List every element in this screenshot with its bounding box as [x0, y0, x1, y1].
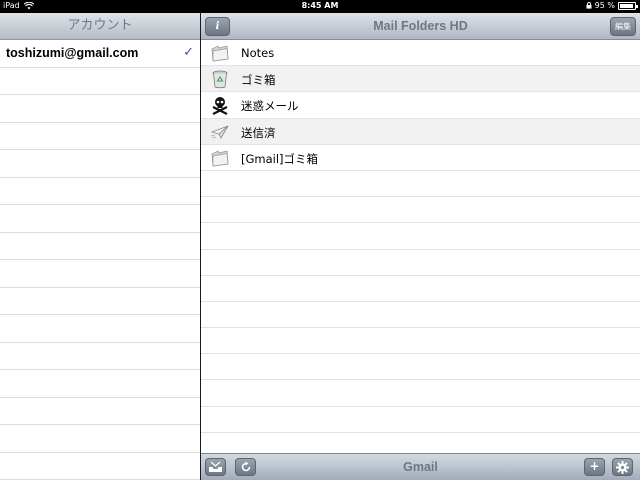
empty-row	[0, 343, 200, 370]
empty-row	[0, 453, 200, 480]
folder-icon	[210, 43, 230, 63]
bottom-toolbar: Gmail +	[201, 453, 640, 480]
folder-icon	[210, 148, 230, 168]
toolbar-title: Gmail	[403, 460, 438, 474]
empty-row	[0, 233, 200, 260]
folders-title: Mail Folders HD	[373, 19, 468, 33]
empty-row	[0, 178, 200, 205]
empty-row	[201, 380, 640, 407]
empty-row	[0, 260, 200, 288]
folder-label: ゴミ箱	[241, 73, 276, 88]
folder-row[interactable]: [Gmail]ゴミ箱	[201, 145, 640, 171]
empty-row	[201, 276, 640, 302]
accounts-pane: アカウント toshizumi@gmail.com ✓	[0, 13, 200, 480]
folder-row[interactable]: Notes	[201, 40, 640, 67]
folder-label: [Gmail]ゴミ箱	[241, 151, 319, 166]
empty-row	[201, 302, 640, 329]
battery-percent: 95 %	[594, 1, 615, 10]
plus-icon: +	[589, 459, 600, 473]
edit-button[interactable]: 編集	[610, 17, 636, 36]
battery-icon	[618, 1, 638, 10]
empty-row	[0, 150, 200, 178]
empty-row	[201, 171, 640, 198]
empty-row	[0, 315, 200, 343]
paper-plane-icon	[210, 122, 230, 142]
empty-row	[0, 370, 200, 398]
status-bar: iPad 8:45 AM 95 %	[0, 0, 640, 13]
orientation-lock-icon	[586, 2, 592, 9]
folders-nav-bar: i Mail Folders HD 編集	[201, 13, 640, 40]
empty-row	[201, 223, 640, 250]
battery-fill	[620, 3, 634, 8]
add-button[interactable]: +	[584, 458, 605, 476]
folder-list: Notes ゴミ箱迷惑メール送信済 [Gmail]ゴミ箱	[201, 40, 640, 459]
empty-row	[0, 425, 200, 453]
clock: 8:45 AM	[301, 1, 339, 10]
accounts-title: アカウント	[67, 18, 133, 33]
folders-pane: i Mail Folders HD 編集 Notes ゴミ箱迷惑メール送信済 [Gm…	[201, 13, 640, 480]
empty-row	[0, 95, 200, 123]
account-name: toshizumi@gmail.com	[6, 46, 139, 60]
folder-row[interactable]: 迷惑メール	[201, 92, 640, 119]
folder-row[interactable]: 送信済	[201, 118, 640, 145]
empty-row	[201, 250, 640, 276]
empty-row	[201, 354, 640, 381]
settings-button[interactable]	[612, 458, 633, 476]
empty-row	[201, 197, 640, 224]
empty-row	[0, 123, 200, 150]
empty-row	[0, 205, 200, 233]
checkmark-icon: ✓	[183, 45, 194, 60]
accounts-nav-bar: アカウント	[0, 13, 200, 40]
empty-row	[0, 288, 200, 315]
empty-row	[201, 328, 640, 355]
status-right: 95 %	[586, 1, 638, 10]
empty-row	[201, 407, 640, 433]
account-row[interactable]: toshizumi@gmail.com ✓	[0, 40, 200, 68]
folder-label: 迷惑メール	[241, 99, 299, 114]
gear-icon	[616, 461, 629, 474]
folder-label: 送信済	[241, 125, 276, 140]
empty-row	[0, 398, 200, 425]
skull-crossbones-icon	[210, 95, 230, 116]
folder-row[interactable]: ゴミ箱	[201, 66, 640, 93]
trash-icon	[210, 69, 230, 89]
empty-row	[0, 68, 200, 95]
accounts-list: toshizumi@gmail.com ✓	[0, 40, 200, 480]
folder-label: Notes	[241, 46, 275, 60]
